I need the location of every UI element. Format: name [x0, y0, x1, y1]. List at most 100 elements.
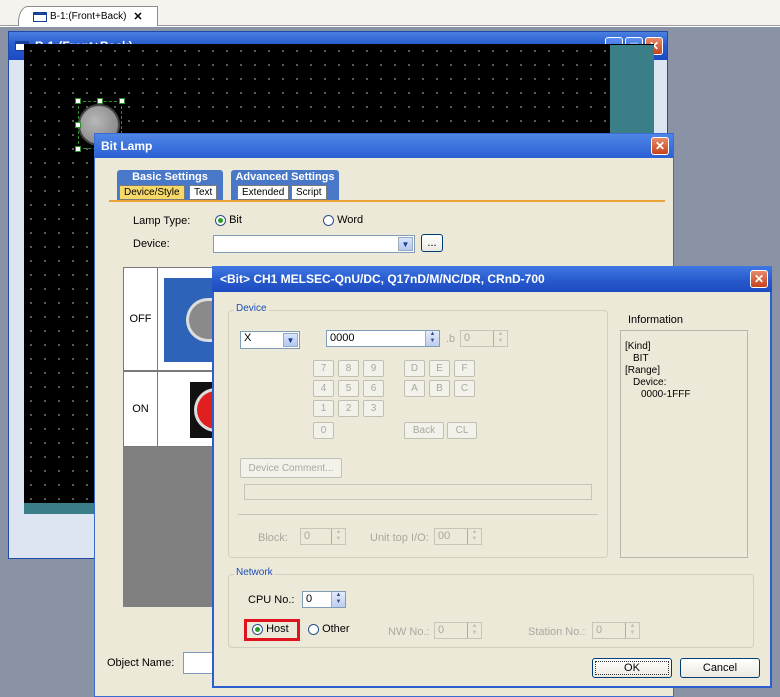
lamp-type-label: Lamp Type: [133, 215, 191, 227]
ok-button[interactable]: OK [592, 658, 672, 678]
tab-text[interactable]: Text [189, 185, 218, 200]
spin-icon: ▲ ▼ [467, 623, 481, 638]
key-3: 3 [363, 400, 384, 417]
spin-icon: ▲ ▼ [467, 529, 481, 544]
cpu-number-value: 0 [306, 593, 313, 605]
info-line: Device: [633, 377, 667, 388]
key-4: 4 [313, 380, 334, 397]
key-5: 5 [338, 380, 359, 397]
information-panel: [Kind] BIT [Range] Device: 0000-1FFF [620, 330, 748, 558]
unit-top-value: 00 [438, 530, 451, 542]
document-tab[interactable]: B-1:(Front+Back) ✕ [18, 6, 158, 26]
bit-label: .b [446, 333, 456, 345]
style-row-on[interactable]: ON [123, 371, 220, 447]
close-tab-icon[interactable]: ✕ [133, 10, 142, 23]
bit-lamp-titlebar[interactable]: Bit Lamp [95, 134, 673, 158]
network-group [228, 574, 754, 648]
nw-number-field: 0 ▲ ▼ [434, 622, 482, 639]
key-d: D [404, 360, 425, 377]
bit-lamp-title: Bit Lamp [101, 139, 153, 153]
spin-icon: ▲ ▼ [625, 623, 639, 638]
close-icon[interactable]: ✕ [750, 270, 768, 288]
clear-key: CL [447, 422, 477, 439]
close-icon[interactable]: ✕ [651, 137, 669, 155]
tab-group-label: Basic Settings [132, 171, 208, 183]
key-6: 6 [363, 380, 384, 397]
device-combo[interactable]: ▼ [213, 235, 415, 253]
information-label: Information [628, 314, 684, 326]
device-type-value: X [244, 332, 252, 344]
style-preview-panel: OFF ON [123, 267, 220, 607]
resize-handle[interactable] [75, 98, 81, 104]
tab-script[interactable]: Script [291, 185, 327, 200]
spin-icon[interactable]: ▲ ▼ [331, 592, 345, 607]
cpu-number-field[interactable]: 0 ▲ ▼ [302, 591, 346, 608]
device-comment-field [244, 484, 592, 500]
device-browse-button[interactable]: ... [421, 234, 443, 252]
device-label: Device: [133, 238, 170, 250]
object-name-label: Object Name: [107, 657, 175, 669]
device-type-select[interactable]: X ▼ [240, 331, 300, 349]
chevron-down-icon[interactable]: ▼ [398, 237, 413, 251]
key-1: 1 [313, 400, 334, 417]
info-line: BIT [633, 353, 649, 364]
key-7: 7 [313, 360, 334, 377]
device-number-field[interactable]: 0000 ▲ ▼ [326, 330, 440, 347]
device-dialog-titlebar[interactable]: <Bit> CH1 MELSEC-QnU/DC, Q17nD/M/NC/DR, … [212, 266, 772, 292]
block-label: Block: [258, 532, 288, 544]
spin-icon: ▲ ▼ [493, 331, 507, 346]
resize-handle[interactable] [97, 98, 103, 104]
tab-group-advanced: Advanced Settings Extended Script [231, 170, 339, 200]
device-comment-button: Device Comment... [240, 458, 342, 478]
cancel-button[interactable]: Cancel [680, 658, 760, 678]
back-key: Back [404, 422, 444, 439]
info-line: 0000-1FFF [641, 389, 691, 400]
block-value: 0 [304, 530, 311, 542]
network-group-label: Network [234, 567, 275, 578]
style-row-off[interactable]: OFF [123, 267, 220, 371]
key-2: 2 [338, 400, 359, 417]
tab-underline [109, 200, 665, 202]
nw-number-label: NW No.: [388, 626, 430, 638]
style-row-label: OFF [124, 268, 158, 370]
tab-group-label: Advanced Settings [235, 171, 335, 183]
resize-handle[interactable] [75, 146, 81, 152]
resize-handle[interactable] [119, 98, 125, 104]
info-line: [Kind] [625, 341, 651, 352]
host-radio[interactable]: Host [252, 623, 289, 635]
station-number-label: Station No.: [528, 626, 586, 638]
device-group-label: Device [234, 303, 269, 314]
document-tab-label: B-1:(Front+Back) [50, 11, 127, 22]
nw-number-value: 0 [438, 624, 445, 636]
station-number-field: 0 ▲ ▼ [592, 622, 640, 639]
chevron-down-icon[interactable]: ▼ [283, 333, 298, 347]
bit-number-value: 0 [464, 332, 471, 344]
key-e: E [429, 360, 450, 377]
spin-icon[interactable]: ▲ ▼ [425, 331, 439, 346]
spin-icon: ▲ ▼ [331, 529, 345, 544]
tab-device-style[interactable]: Device/Style [119, 185, 185, 200]
key-c: C [454, 380, 475, 397]
device-dialog: <Bit> CH1 MELSEC-QnU/DC, Q17nD/M/NC/DR, … [212, 266, 772, 688]
resize-handle[interactable] [75, 122, 81, 128]
lamp-type-bit-radio[interactable]: Bit [215, 214, 242, 226]
key-a: A [404, 380, 425, 397]
block-field: 0 ▲ ▼ [300, 528, 346, 545]
other-radio[interactable]: Other [308, 623, 350, 635]
key-8: 8 [338, 360, 359, 377]
unit-top-label: Unit top I/O: [370, 532, 429, 544]
tab-extended[interactable]: Extended [237, 185, 290, 200]
key-b: B [429, 380, 450, 397]
device-number-value: 0000 [330, 332, 355, 344]
key-f: F [454, 360, 475, 377]
key-9: 9 [363, 360, 384, 377]
cpu-number-label: CPU No.: [248, 594, 295, 606]
document-tab-strip: B-1:(Front+Back) ✕ [0, 0, 780, 26]
unit-top-field: 00 ▲ ▼ [434, 528, 482, 545]
bit-number-field: 0 ▲ ▼ [460, 330, 508, 347]
tab-group-basic: Basic Settings Device/Style Text [117, 170, 223, 200]
key-0: 0 [313, 422, 334, 439]
lamp-type-word-radio[interactable]: Word [323, 214, 363, 226]
device-dialog-title: <Bit> CH1 MELSEC-QnU/DC, Q17nD/M/NC/DR, … [220, 272, 545, 286]
info-line: [Range] [625, 365, 661, 376]
